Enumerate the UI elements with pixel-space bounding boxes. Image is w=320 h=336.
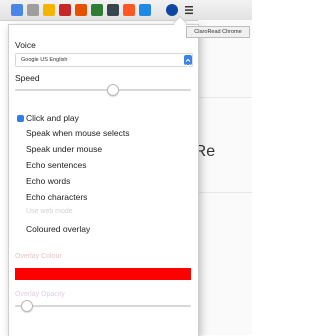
option-label[interactable]: Click and play	[26, 113, 79, 123]
extension-9-icon[interactable]	[139, 4, 151, 16]
extension-5-icon[interactable]	[75, 4, 87, 16]
option-label[interactable]: Echo characters	[26, 192, 87, 202]
menu-icon[interactable]	[183, 4, 195, 16]
page-divider	[198, 97, 252, 98]
option-label[interactable]: Use web mode	[26, 208, 73, 215]
checkbox[interactable]	[17, 210, 24, 217]
voice-select[interactable]: Google US English	[15, 53, 193, 68]
extension-tooltip: ClaroRead Chrome	[186, 26, 250, 38]
voice-label: Voice	[15, 40, 36, 50]
checkbox[interactable]	[17, 115, 24, 122]
claroread-icon[interactable]	[166, 4, 178, 16]
extension-4-icon[interactable]	[59, 4, 71, 16]
checkbox[interactable]	[17, 178, 24, 185]
speed-slider-track[interactable]	[15, 89, 191, 91]
page-divider	[198, 192, 252, 193]
overlay-colour-label: Overlay Colour	[15, 253, 62, 260]
overlay-opacity-label: Overlay Opacity	[15, 291, 65, 298]
option-label[interactable]: Echo words	[26, 176, 70, 186]
checkbox[interactable]	[17, 130, 24, 137]
checkbox[interactable]	[17, 162, 24, 169]
overlay-opacity-slider-thumb[interactable]	[20, 300, 33, 312]
option-label[interactable]: Coloured overlay	[26, 224, 90, 234]
extension-2-icon[interactable]	[27, 4, 39, 16]
claroread-popup: Voice Google US English Speed Click and …	[8, 24, 199, 336]
checkbox[interactable]	[17, 146, 24, 153]
option-label[interactable]: Speak under mouse	[26, 144, 102, 154]
voice-select-value: Google US English	[21, 57, 68, 63]
speed-label: Speed	[15, 73, 40, 83]
checkbox[interactable]	[17, 226, 24, 233]
extension-3-icon[interactable]	[43, 4, 55, 16]
option-label[interactable]: Speak when mouse selects	[26, 128, 129, 138]
overlay-opacity-slider-track[interactable]	[15, 305, 191, 307]
overlay-colour-swatch[interactable]	[15, 268, 191, 280]
extension-6-icon[interactable]	[91, 4, 103, 16]
speed-slider-thumb[interactable]	[106, 84, 119, 96]
chevron-down-icon	[184, 55, 192, 68]
extension-7-icon[interactable]	[107, 4, 119, 16]
page-background	[198, 20, 252, 335]
option-label[interactable]: Echo sentences	[26, 160, 86, 170]
extension-8-icon[interactable]	[123, 4, 135, 16]
extension-1-icon[interactable]	[11, 4, 23, 16]
checkbox[interactable]	[17, 194, 24, 201]
